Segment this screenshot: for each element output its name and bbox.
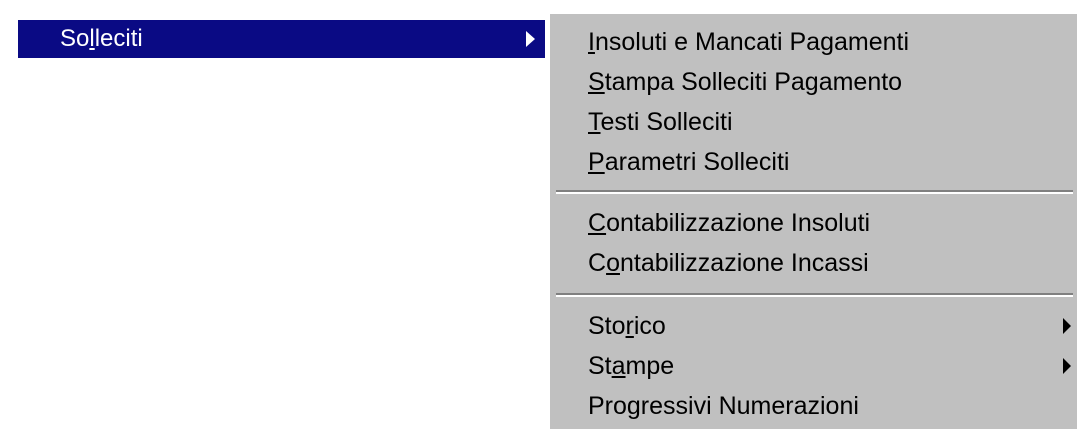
menu-item-label: Solleciti (60, 25, 143, 52)
menu-item-testi-solleciti[interactable]: Testi Solleciti (550, 102, 1075, 142)
submenu-solleciti: Insoluti e Mancati Pagamenti Stampa Soll… (548, 12, 1077, 429)
submenu-arrow-icon (526, 31, 535, 47)
menu-item-parametri-solleciti[interactable]: Parametri Solleciti (550, 142, 1075, 182)
menu-separator (556, 190, 1073, 194)
menu-item-storico[interactable]: Storico (550, 306, 1075, 346)
submenu-arrow-icon (1063, 358, 1071, 374)
menu-item-contabilizzazione-incassi[interactable]: Contabilizzazione Incassi (550, 243, 1075, 283)
menu-item-label: Stampe (588, 352, 675, 380)
menu-item-solleciti[interactable]: Solleciti (18, 20, 545, 58)
menu-item-label: Storico (588, 312, 666, 340)
menu-item-label: Contabilizzazione Incassi (588, 249, 869, 277)
menu-item-label: Insoluti e Mancati Pagamenti (588, 28, 910, 56)
menu-item-contabilizzazione-insoluti[interactable]: Contabilizzazione Insoluti (550, 203, 1075, 243)
menu-item-label: Testi Solleciti (588, 108, 733, 136)
menu-item-label: Parametri Solleciti (588, 148, 790, 176)
menu-item-label: Progressivi Numerazioni (588, 392, 859, 420)
menu-item-label: Stampa Solleciti Pagamento (588, 68, 903, 96)
parent-menu: Solleciti (0, 0, 548, 429)
menu-item-insoluti-mancati-pagamenti[interactable]: Insoluti e Mancati Pagamenti (550, 22, 1075, 62)
menu-item-label: Contabilizzazione Insoluti (588, 209, 871, 237)
menu-item-stampa-solleciti-pagamento[interactable]: Stampa Solleciti Pagamento (550, 62, 1075, 102)
submenu-arrow-icon (1063, 318, 1071, 334)
menu-separator (556, 293, 1073, 297)
menu-item-stampe[interactable]: Stampe (550, 346, 1075, 386)
menu-item-progressivi-numerazioni[interactable]: Progressivi Numerazioni (550, 386, 1075, 426)
